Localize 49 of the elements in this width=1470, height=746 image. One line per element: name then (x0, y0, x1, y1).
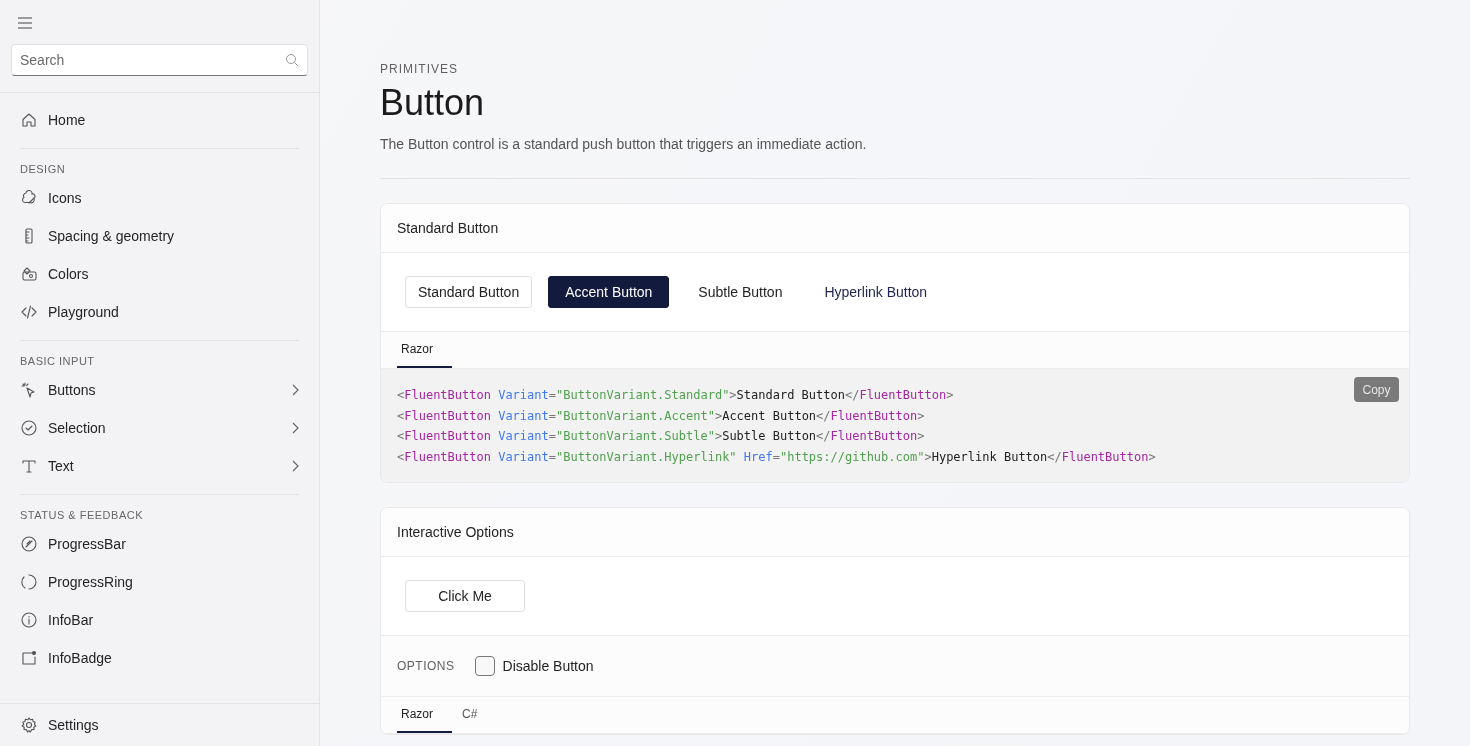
info-icon (20, 611, 38, 629)
card-title: Interactive Options (381, 507, 1409, 557)
section-heading: DESIGN (20, 163, 67, 175)
nav-item[interactable]: Home (20, 101, 299, 139)
nav-item[interactable]: Buttons (20, 371, 299, 409)
search-field[interactable]: Search (11, 44, 308, 76)
copy-button[interactable]: Copy (1354, 377, 1399, 402)
nav-item[interactable]: Spacing & geometry (20, 217, 299, 255)
chevron-icon (291, 384, 299, 396)
code-line: <FluentButton Variant="ButtonVariant.Subtle">Subtle Button</FluentButton> (397, 428, 925, 446)
section-heading: BASIC INPUT (20, 355, 96, 367)
chevron-icon (291, 460, 299, 472)
nav-item[interactable]: Playground (20, 293, 299, 331)
page-title: Button (380, 82, 486, 124)
code-tab[interactable]: C# (458, 696, 513, 733)
check-circle-icon (20, 419, 38, 437)
code-icon (20, 303, 38, 321)
text-icon (20, 457, 38, 475)
nav-item[interactable]: ProgressRing (20, 563, 299, 601)
search-icon (285, 53, 299, 67)
nav-item[interactable]: Text (20, 447, 299, 485)
nav-item[interactable]: Colors (20, 255, 299, 293)
section-heading: STATUS & FEEDBACK (20, 509, 144, 521)
code-line: <FluentButton Variant="ButtonVariant.Accent">Accent Button</FluentButton> (397, 407, 925, 425)
progress-ring-icon (20, 573, 38, 591)
code-line: <FluentButton Variant="ButtonVariant.Hyperlink" Href="https://github.com">Hyperlink Button</FluentButton> (397, 449, 1156, 467)
accent-button[interactable]: Accent Button (548, 276, 670, 308)
palette-icon (20, 265, 38, 283)
standard-button[interactable]: Standard Button (405, 276, 533, 308)
settings-icon (20, 716, 38, 734)
code-tab[interactable]: Razor (397, 696, 452, 733)
badge-icon (20, 649, 38, 667)
card-title: Standard Button (381, 204, 1409, 253)
nav-item[interactable]: Settings (20, 706, 299, 744)
options-label: OPTIONS (397, 658, 455, 673)
page-description: The Button control is a standard push button that triggers an immediate action. (380, 136, 868, 152)
home-icon (20, 111, 38, 129)
standard-button[interactable]: Click Me (405, 579, 525, 612)
nav-item[interactable]: ProgressBar (20, 525, 299, 563)
breadcrumb: PRIMITIVES (380, 62, 459, 76)
hyperlink-button[interactable]: Hyperlink Button (811, 276, 941, 308)
chevron-icon (291, 422, 299, 434)
nav-item[interactable]: Selection (20, 409, 299, 447)
nav-item[interactable]: InfoBar (20, 601, 299, 639)
disable-checkbox[interactable]: Disable Button (474, 655, 594, 676)
code-line: <FluentButton Variant="ButtonVariant.Standard">Standard Button</FluentButton> (397, 387, 954, 404)
nav-item[interactable]: InfoBadge (20, 639, 299, 677)
nav-item[interactable]: Icons (20, 179, 299, 217)
subtle-button[interactable]: Subtle Button (685, 276, 796, 308)
